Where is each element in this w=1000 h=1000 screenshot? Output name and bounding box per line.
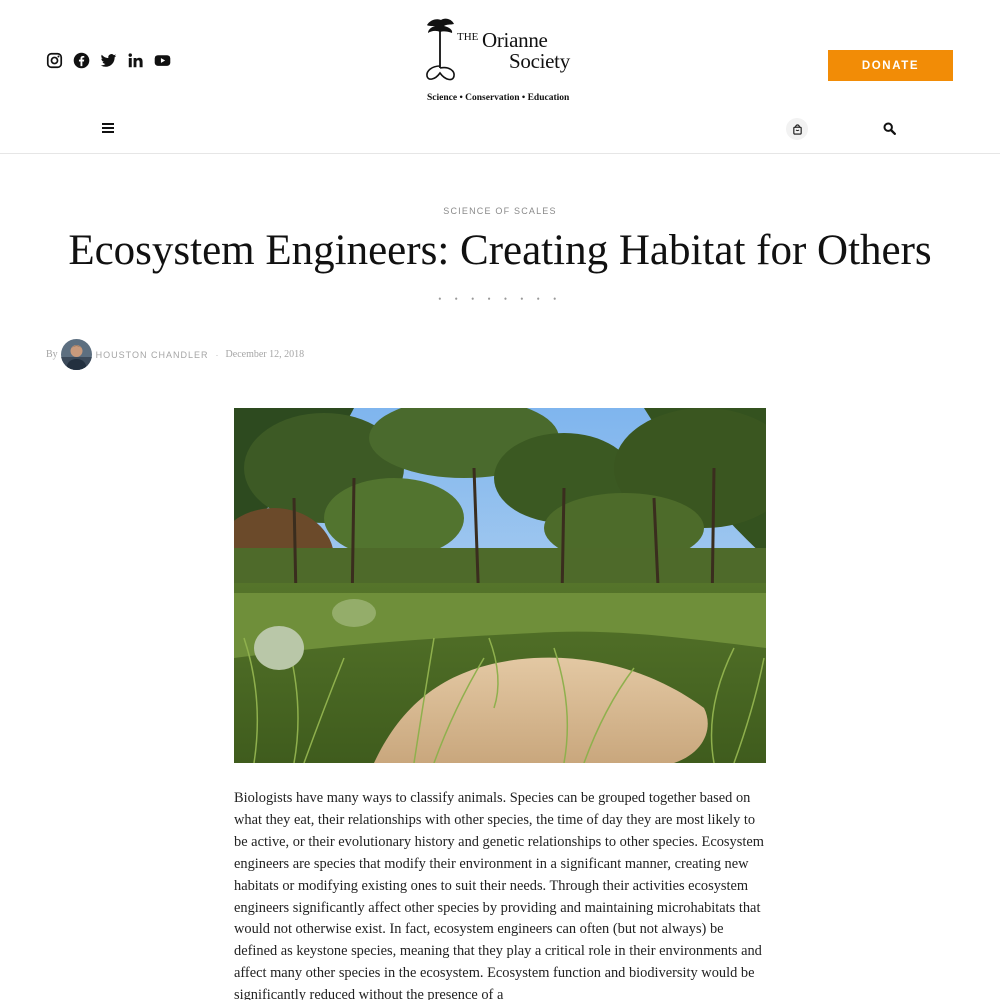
logo-tagline: Science • Conservation • Education: [427, 93, 570, 103]
twitter-icon[interactable]: [100, 52, 117, 69]
article-byline: By HOUSTON CHANDLER · December 12, 2018: [46, 339, 304, 370]
article-title: Ecosystem Engineers: Creating Habitat fo…: [68, 227, 932, 274]
title-divider-dots: • • • • • • • •: [438, 294, 562, 304]
byline-by: By: [46, 349, 58, 360]
article-body: Biologists have many ways to classify an…: [234, 790, 764, 1000]
byline-separator: ·: [215, 349, 219, 360]
author-name[interactable]: HOUSTON CHANDLER: [96, 350, 209, 360]
cart-icon[interactable]: [786, 118, 808, 140]
logo-the: THE: [457, 31, 479, 43]
author-avatar[interactable]: [60, 339, 92, 370]
tree-logo-icon: [426, 18, 455, 81]
linkedin-icon[interactable]: [127, 52, 144, 69]
site-header: THE Orianne Society Science • Conservati…: [0, 0, 1000, 154]
instagram-icon[interactable]: [46, 52, 63, 69]
hero-image: [234, 408, 766, 763]
article-category[interactable]: SCIENCE OF SCALES: [0, 206, 1000, 216]
article-date: December 12, 2018: [225, 349, 305, 360]
hamburger-menu-icon[interactable]: [102, 123, 114, 133]
donate-button[interactable]: DONATE: [828, 50, 953, 81]
youtube-icon[interactable]: [154, 52, 171, 69]
search-icon[interactable]: [883, 122, 896, 135]
facebook-icon[interactable]: [73, 52, 90, 69]
logo-name-line2: Society: [509, 49, 570, 73]
site-logo[interactable]: THE Orianne Society Science • Conservati…: [424, 16, 584, 106]
social-links: [46, 52, 171, 69]
